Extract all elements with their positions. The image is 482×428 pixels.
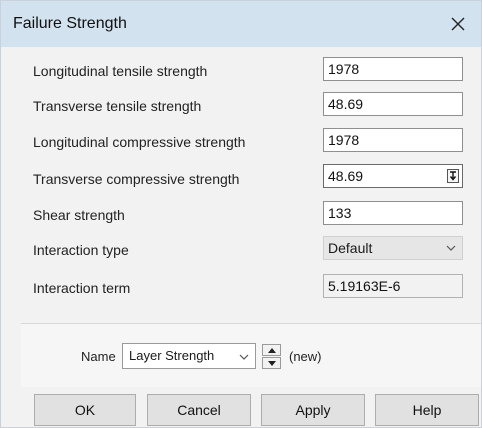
help-button[interactable]: Help: [375, 394, 479, 426]
transverse-compressive-strength-value: 48.69: [328, 168, 364, 184]
spin-down-button[interactable]: [262, 357, 281, 369]
spin-down-icon: [268, 361, 276, 366]
interaction-type-select[interactable]: Default: [323, 236, 463, 260]
title-bar: Failure Strength: [1, 1, 481, 47]
interaction-type-label: Interaction type: [33, 242, 129, 258]
new-indicator: (new): [289, 349, 322, 364]
cancel-button[interactable]: Cancel: [147, 394, 251, 426]
transverse-compressive-strength-input[interactable]: 48.69: [323, 164, 463, 188]
spin-up-button[interactable]: [262, 344, 281, 356]
transverse-tensile-strength-label: Transverse tensile strength: [33, 98, 202, 114]
dialog-title: Failure Strength: [13, 15, 127, 32]
apply-button[interactable]: Apply: [261, 394, 365, 426]
name-combobox[interactable]: Layer Strength: [122, 343, 256, 369]
transverse-compressive-strength-label: Transverse compressive strength: [33, 171, 240, 187]
chevron-down-icon: [446, 245, 456, 251]
spin-marker-icon[interactable]: [447, 169, 459, 183]
ok-button[interactable]: OK: [34, 394, 136, 426]
longitudinal-compressive-strength-input[interactable]: 1978: [323, 128, 463, 152]
transverse-tensile-strength-input[interactable]: 48.69: [323, 92, 463, 116]
spin-up-icon: [268, 348, 276, 353]
close-icon[interactable]: [443, 9, 473, 39]
interaction-term-value: 5.19163E-6: [323, 274, 463, 298]
shear-strength-input[interactable]: 133: [323, 201, 463, 225]
interaction-type-value: Default: [328, 240, 373, 256]
longitudinal-compressive-strength-label: Longitudinal compressive strength: [33, 134, 246, 150]
shear-strength-label: Shear strength: [33, 207, 125, 223]
name-label: Name: [81, 349, 116, 364]
longitudinal-tensile-strength-label: Longitudinal tensile strength: [33, 63, 208, 79]
failure-strength-dialog: Failure Strength Longitudinal tensile st…: [0, 0, 482, 428]
chevron-down-icon: [239, 354, 249, 360]
longitudinal-tensile-strength-input[interactable]: 1978: [323, 57, 463, 81]
interaction-term-label: Interaction term: [33, 280, 131, 296]
name-combobox-value: Layer Strength: [129, 348, 215, 363]
